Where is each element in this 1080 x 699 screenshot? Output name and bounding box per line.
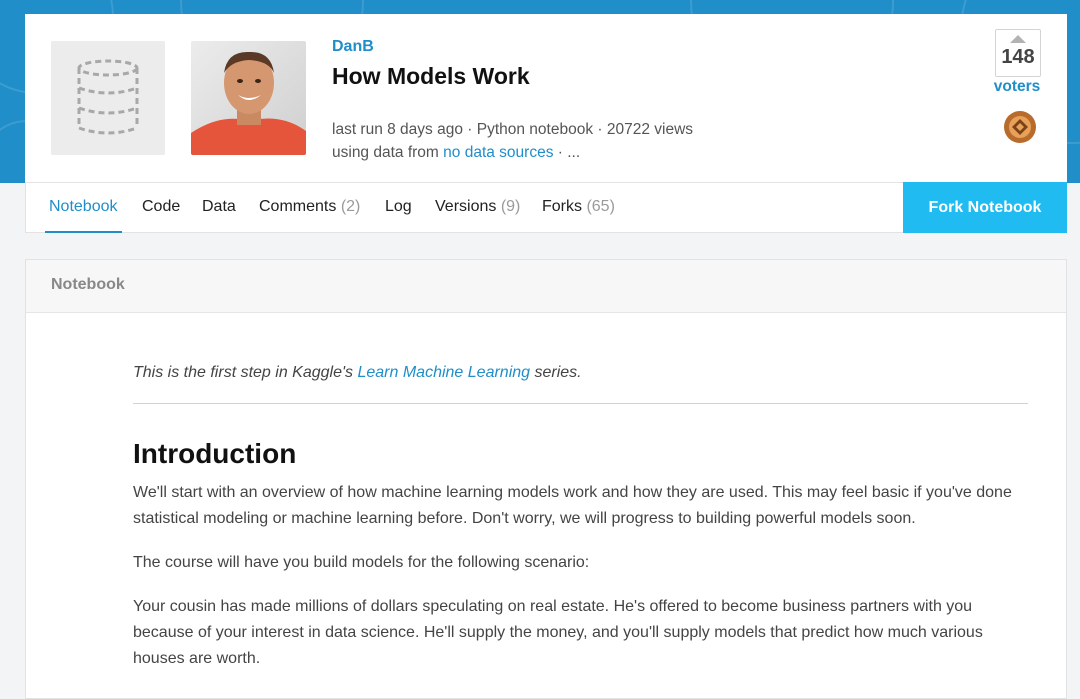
upvote-arrow-icon	[1010, 35, 1026, 43]
tab-notebook[interactable]: Notebook	[45, 183, 122, 233]
paragraph: Your cousin has made millions of dollars…	[133, 598, 983, 667]
tab-code[interactable]: Code	[142, 183, 180, 233]
data-sources-prefix: using data from	[332, 144, 444, 161]
tab-label: Code	[142, 198, 181, 215]
section-heading: Introduction	[133, 438, 297, 469]
tab-label: Data	[202, 198, 236, 215]
tab-versions[interactable]: Versions (9)	[435, 183, 520, 233]
tab-count: (2)	[340, 198, 361, 215]
panel-header: Notebook	[26, 260, 1066, 313]
intro-suffix: series.	[530, 364, 582, 381]
vote-count: 148	[1001, 46, 1035, 68]
dataset-thumbnail[interactable]	[51, 41, 165, 155]
data-sources-line: using data from no data sources · ...	[332, 141, 693, 164]
avatar-image	[191, 41, 306, 155]
divider	[133, 403, 1028, 404]
author-avatar[interactable]	[191, 41, 306, 155]
voters-link[interactable]: voters	[991, 78, 1043, 96]
tab-count: (65)	[586, 198, 615, 215]
tab-log[interactable]: Log	[385, 183, 412, 233]
tab-comments[interactable]: Comments (2)	[259, 183, 360, 233]
upvote-button[interactable]: 148	[995, 29, 1041, 77]
series-intro: This is the first step in Kaggle's Learn…	[133, 364, 1028, 382]
tab-forks[interactable]: Forks (65)	[542, 183, 615, 233]
notebook-content: This is the first step in Kaggle's Learn…	[133, 312, 1028, 672]
tab-count: (9)	[500, 198, 521, 215]
notebook-meta: last run 8 days ago · Python notebook · …	[332, 118, 693, 164]
bronze-medal-icon	[1004, 111, 1036, 143]
tab-label: Log	[385, 198, 412, 215]
author-name-link[interactable]: DanB	[332, 38, 374, 56]
tab-label: Versions	[435, 198, 497, 215]
intro-prefix: This is the first step in Kaggle's	[133, 364, 358, 381]
notebook-panel: Notebook This is the first step in Kaggl…	[25, 259, 1067, 699]
learn-ml-link[interactable]: Learn Machine Learning	[357, 364, 530, 381]
paragraph: We'll start with an overview of how mach…	[133, 484, 1012, 527]
tab-label: Comments	[259, 198, 337, 215]
paragraph: The course will have you build models fo…	[133, 554, 590, 571]
tab-data[interactable]: Data	[202, 183, 236, 233]
tab-label: Notebook	[49, 198, 118, 215]
tab-label: Forks	[542, 198, 582, 215]
data-sources-link[interactable]: no data sources	[443, 144, 553, 161]
database-icon	[77, 59, 139, 135]
data-sources-more[interactable]: · ...	[553, 144, 580, 161]
notebook-title: How Models Work	[332, 63, 530, 89]
notebook-header-card: DanB How Models Work last run 8 days ago…	[25, 14, 1067, 182]
meta-line: last run 8 days ago · Python notebook · …	[332, 121, 694, 138]
fork-notebook-button[interactable]: Fork Notebook	[903, 182, 1067, 233]
